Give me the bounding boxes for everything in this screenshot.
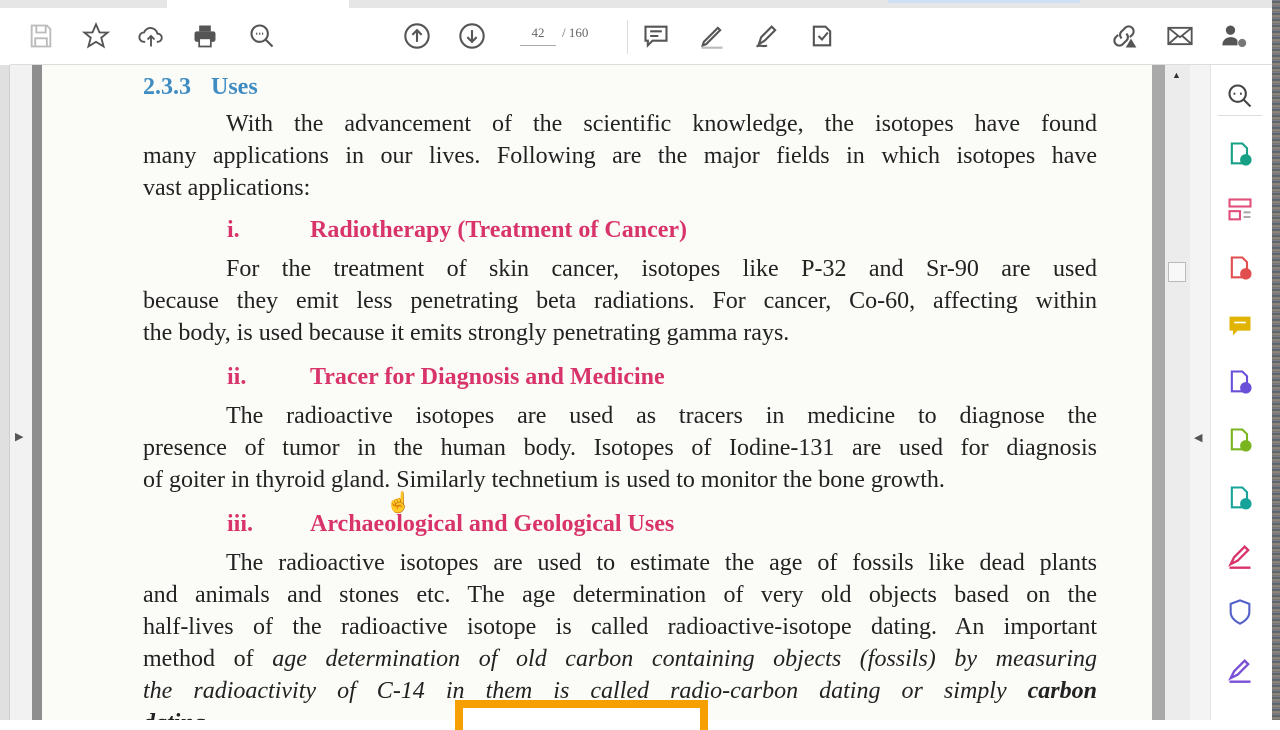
comment-icon[interactable]: [640, 20, 672, 52]
text-line: For the treatment of skin cancer, isotop…: [226, 254, 1097, 284]
text-segment: For the treatment of skin cancer, isotop…: [226, 256, 1097, 282]
text-line: half-lives of the radioactive isotope is…: [143, 612, 1097, 642]
active-tab[interactable]: [167, 0, 349, 8]
subsection-number: iii.: [227, 511, 254, 537]
text-line: presence of tumor in the human body. Iso…: [143, 433, 1097, 463]
overlay-box: [455, 700, 708, 730]
hand-cursor-icon: ☝: [386, 492, 411, 514]
zoom-find-icon[interactable]: [1224, 80, 1256, 112]
document-page: 2.3.3 Uses With the advancement of the sc…: [42, 65, 1152, 720]
create-pdf-icon[interactable]: [1224, 252, 1256, 284]
text-line: and animals and stones etc. The age dete…: [143, 580, 1097, 610]
email-icon[interactable]: [1164, 20, 1196, 52]
text-line: many applications in our lives. Followin…: [143, 141, 1097, 171]
text-line: because they emit less penetrating beta …: [143, 286, 1097, 316]
export-pdf-icon[interactable]: [1224, 138, 1256, 170]
text-segment: With the advancement of the scientific k…: [226, 111, 1097, 137]
current-page-input[interactable]: 42: [520, 25, 556, 46]
upload-cloud-icon[interactable]: [135, 20, 167, 52]
tools-divider: [1218, 115, 1262, 116]
text-segment: The radioactive isotopes are used as tra…: [226, 403, 1097, 429]
text-line: vast applications:: [143, 173, 1097, 203]
organize-pages-icon[interactable]: [1224, 194, 1256, 226]
add-user-icon[interactable]: [1218, 20, 1250, 52]
share-link-icon[interactable]: [1108, 20, 1140, 52]
save-icon[interactable]: [25, 20, 57, 52]
text-line: of goiter in thyroid gland. Similarly te…: [143, 465, 1097, 495]
arrow-down-circle-icon[interactable]: [456, 20, 488, 52]
text-line: With the advancement of the scientific k…: [226, 109, 1097, 139]
toolbar-divider: [627, 20, 628, 54]
text-segment: of goiter in thyroid gland. Similarly te…: [143, 467, 945, 493]
section-number: 2.3.3: [143, 74, 191, 100]
scroll-up-icon[interactable]: ▲: [1172, 70, 1181, 80]
text-segment: age determination of old carbon containi…: [272, 646, 1097, 672]
scrollbar-thumb[interactable]: [1168, 262, 1186, 282]
subsection-number: ii.: [227, 364, 247, 390]
section-title: Uses: [211, 74, 258, 100]
text-line: the body, is used because it emits stron…: [143, 318, 1097, 348]
collapse-right-pane-icon[interactable]: ◀: [1194, 431, 1202, 444]
highlight-pen-icon[interactable]: [696, 20, 728, 52]
text-line: The radioactive isotopes are used as tra…: [226, 401, 1097, 431]
subsection-title: Tracer for Diagnosis and Medicine: [310, 364, 665, 390]
arrow-up-circle-icon[interactable]: [401, 20, 433, 52]
text-segment: the body, is used because it emits stron…: [143, 320, 790, 346]
stamp-icon[interactable]: [806, 20, 838, 52]
comment-icon[interactable]: [1224, 310, 1256, 342]
page-shadow: [32, 65, 42, 720]
window-tab-strip: [0, 0, 1280, 8]
text-segment: many applications in our lives. Followin…: [143, 143, 1097, 169]
compress-pdf-icon[interactable]: [1224, 482, 1256, 514]
text-segment: method of: [143, 646, 273, 672]
total-pages: / 160: [562, 25, 589, 40]
subsection-title: Radiotherapy (Treatment of Cancer): [310, 217, 688, 243]
page-gutter: [1152, 65, 1165, 720]
text-segment: presence of tumor in the human body. Iso…: [143, 435, 1097, 461]
toolbar: 42 / 160: [10, 8, 1272, 65]
panel-gap: [1190, 65, 1210, 720]
fill-sign-icon[interactable]: [1224, 540, 1256, 572]
subsection-number: i.: [227, 217, 240, 243]
scan-icon[interactable]: [1224, 424, 1256, 456]
left-nav-pane: [10, 65, 32, 720]
text-segment: half-lives of the radioactive isotope is…: [143, 614, 1097, 640]
text-segment: because they emit less penetrating beta …: [143, 288, 1097, 314]
subsection-title: Archaeological and Geological Uses: [310, 511, 675, 537]
protect-icon[interactable]: [1224, 596, 1256, 628]
print-icon[interactable]: [189, 20, 221, 52]
page-navigator: 42 / 160: [520, 25, 588, 46]
tab-highlight: [888, 0, 1080, 3]
text-line: method of age determination of old carbo…: [143, 644, 1097, 674]
text-segment: vast applications:: [143, 175, 311, 201]
combine-files-icon[interactable]: [1224, 366, 1256, 398]
text-segment: carbon: [1027, 678, 1097, 704]
section-heading: 2.3.3 Uses: [143, 74, 258, 101]
sign-pen-icon[interactable]: [751, 20, 783, 52]
text-line: The radioactive isotopes are used to est…: [226, 548, 1097, 578]
left-frame: [0, 65, 10, 720]
text-segment: and animals and stones etc. The age dete…: [143, 582, 1097, 608]
zoom-search-icon[interactable]: [246, 20, 278, 52]
text-segment: dating.: [143, 710, 212, 720]
bookmark-star-icon[interactable]: [80, 20, 112, 52]
request-sign-icon[interactable]: [1224, 654, 1256, 686]
vertical-scrollbar[interactable]: [1165, 65, 1190, 720]
expand-left-pane-icon[interactable]: ▶: [15, 430, 23, 443]
text-segment: The radioactive isotopes are used to est…: [226, 550, 1097, 576]
video-edge-artifact: [1272, 0, 1280, 720]
